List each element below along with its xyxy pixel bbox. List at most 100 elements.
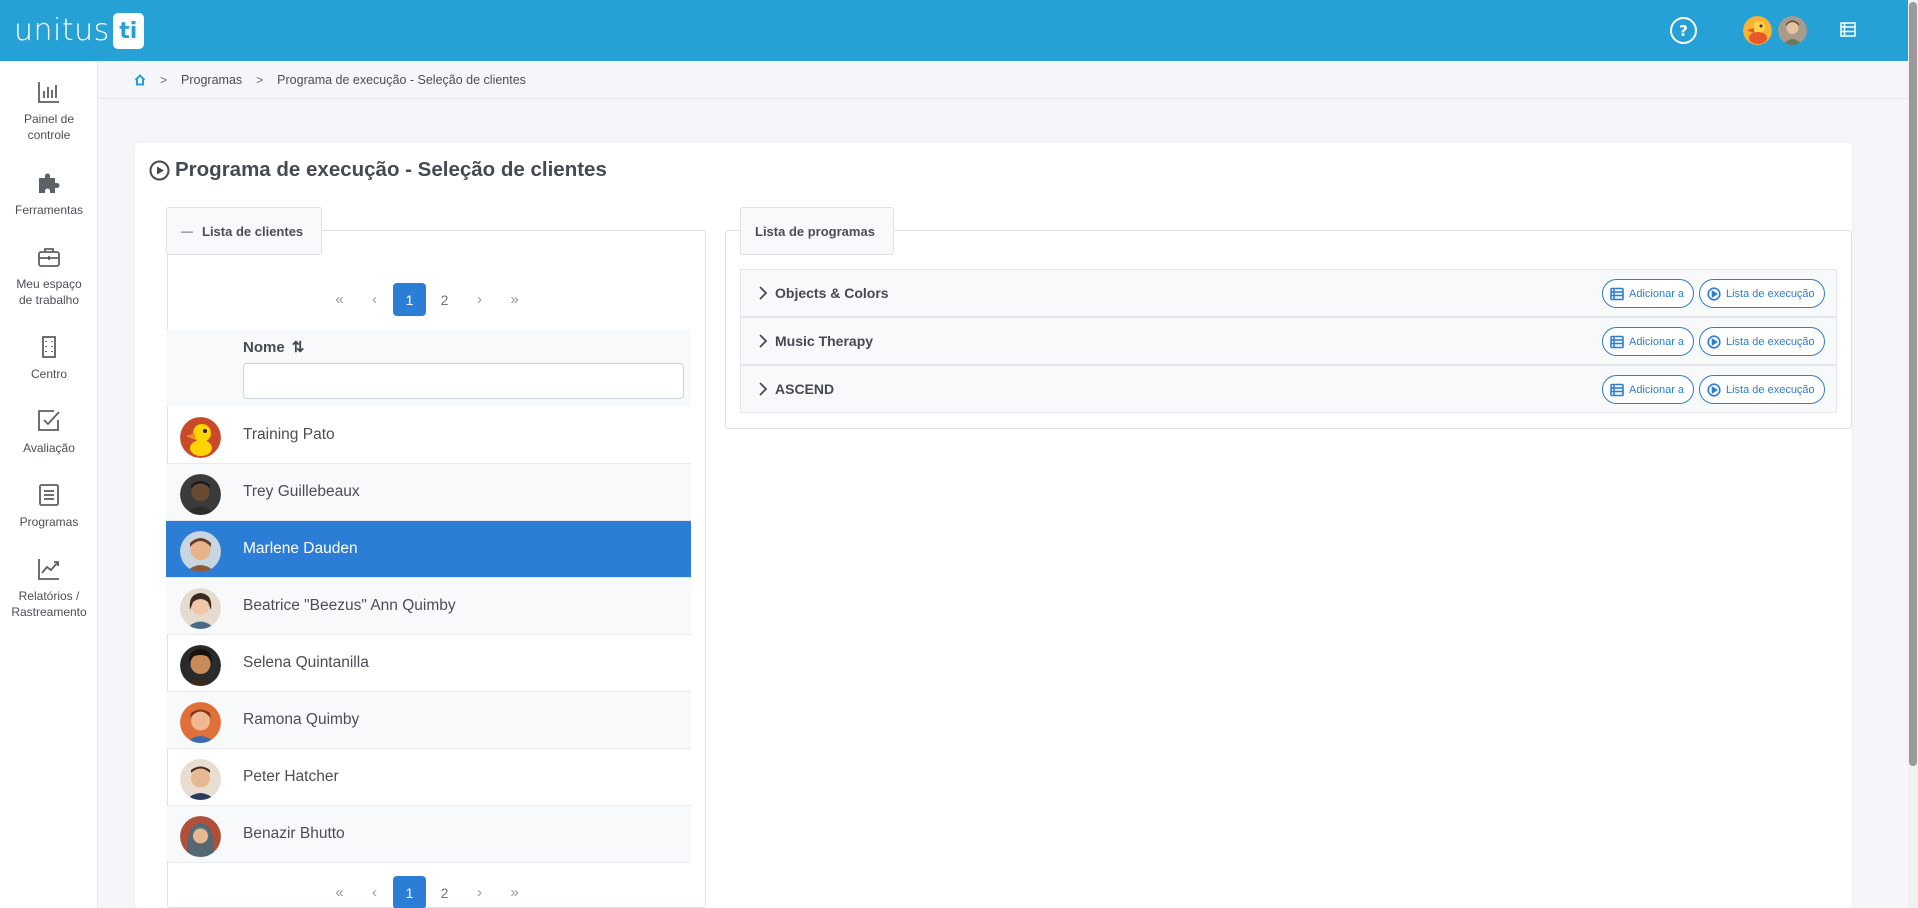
page-2-button[interactable]: 2 [428, 283, 461, 316]
sidebar-item-relatorios-rastreamento[interactable]: Relatórios / Rastreamento [0, 556, 98, 620]
run-list-button[interactable]: Lista de execução [1699, 279, 1825, 308]
first-page-button[interactable]: « [323, 876, 356, 908]
table-row[interactable]: Trey Guillebeaux [166, 464, 691, 521]
chevron-right-icon[interactable] [758, 285, 768, 301]
add-to-button[interactable]: Adicionar a [1602, 375, 1695, 404]
chevron-right-icon: > [160, 72, 168, 87]
logo-text: unitus [14, 13, 110, 48]
play-circle-icon [1707, 286, 1721, 301]
program-name: Music Therapy [775, 333, 874, 349]
client-name: Ramona Quimby [243, 711, 360, 728]
sort-icon[interactable]: ⇅ [292, 338, 305, 356]
breadcrumb: > Programas > Programa de execução - Sel… [99, 61, 1908, 99]
clients-legend[interactable]: — Lista de clientes [166, 207, 322, 255]
collapse-icon: — [181, 224, 193, 238]
name-filter-input[interactable] [243, 363, 684, 399]
program-name: Objects & Colors [775, 285, 889, 301]
next-page-button[interactable]: › [463, 283, 496, 316]
app-logo[interactable]: unitus ti [14, 12, 144, 50]
chevron-right-icon: > [256, 72, 264, 87]
client-name: Training Pato [243, 426, 335, 443]
programs-legend: Lista de programas [740, 207, 894, 255]
sidebar-item-meu-espaco-de-trabalho[interactable]: Meu espaço de trabalho [0, 244, 98, 308]
run-list-label: Lista de execução [1726, 287, 1815, 300]
client-name: Beatrice "Beezus" Ann Quimby [243, 597, 456, 614]
prev-page-button[interactable]: ‹ [358, 876, 391, 908]
sidebar-item-painel-de-controle[interactable]: Painel de controle [0, 79, 98, 143]
table-row[interactable]: Marlene Dauden [166, 521, 691, 578]
client-name: Selena Quintanilla [243, 654, 369, 671]
briefcase-icon [38, 248, 60, 267]
programs-legend-label: Lista de programas [755, 223, 875, 239]
help-icon[interactable]: ? [1670, 17, 1697, 44]
client-avatar [180, 531, 221, 572]
last-page-button[interactable]: » [498, 876, 531, 908]
sidebar-item-label: Relatórios / Rastreamento [11, 589, 87, 619]
list-icon [1610, 335, 1624, 348]
logo-badge: ti [112, 13, 144, 49]
client-name: Benazir Bhutto [243, 825, 345, 842]
table-row[interactable]: Ramona Quimby [166, 692, 691, 749]
table-row[interactable]: Training Pato [166, 407, 691, 464]
chevron-right-icon[interactable] [758, 333, 768, 349]
table-row[interactable]: Beatrice "Beezus" Ann Quimby [166, 578, 691, 635]
table-row[interactable]: Peter Hatcher [166, 749, 691, 806]
puzzle-icon [39, 173, 60, 193]
next-page-button[interactable]: › [463, 876, 496, 908]
add-to-button[interactable]: Adicionar a [1602, 327, 1695, 356]
program-row-music-therapy[interactable]: Music Therapy Adicionar a Lista de execu… [740, 317, 1837, 365]
client-name: Trey Guillebeaux [243, 483, 360, 500]
client-avatar [180, 417, 221, 458]
page-title: Programa de execução - Seleção de client… [149, 158, 607, 182]
client-avatar [180, 645, 221, 686]
play-circle-icon [1707, 334, 1721, 349]
program-row-ascend[interactable]: ASCEND Adicionar a Lista de execução [740, 365, 1837, 413]
last-page-button[interactable]: » [498, 283, 531, 316]
add-to-button[interactable]: Adicionar a [1602, 279, 1695, 308]
program-row-objects-colors[interactable]: Objects & Colors Adicionar a Lista de ex… [740, 269, 1837, 317]
sidebar-item-label: Programas [19, 515, 79, 529]
page-1-button[interactable]: 1 [393, 283, 426, 316]
help-glyph: ? [1679, 21, 1688, 40]
client-name: Peter Hatcher [243, 768, 339, 785]
run-list-button[interactable]: Lista de execução [1699, 327, 1825, 356]
page-scrollbar-thumb[interactable] [1909, 2, 1917, 766]
breadcrumb-item-current: Programa de execução - Seleção de client… [277, 72, 526, 87]
prev-page-button[interactable]: ‹ [358, 283, 391, 316]
clients-legend-label: Lista de clientes [202, 223, 304, 239]
sidebar-item-ferramentas[interactable]: Ferramentas [0, 170, 98, 218]
play-circle-icon [1707, 382, 1721, 397]
user-avatar-profile[interactable] [1778, 16, 1807, 45]
page-1-button[interactable]: 1 [393, 876, 426, 908]
client-avatar [180, 588, 221, 629]
home-icon[interactable] [134, 73, 146, 86]
client-avatar [180, 474, 221, 515]
run-list-label: Lista de execução [1726, 383, 1815, 396]
client-name: Marlene Dauden [243, 540, 358, 557]
clients-paginator-bottom: « ‹ 1 2 › » [322, 876, 532, 908]
table-row[interactable]: Selena Quintanilla [166, 635, 691, 692]
add-to-label: Adicionar a [1629, 287, 1685, 300]
sidebar-item-programas[interactable]: Programas [0, 482, 98, 530]
add-to-label: Adicionar a [1629, 335, 1685, 348]
sidebar-item-centro[interactable]: Centro [0, 334, 98, 382]
run-list-button[interactable]: Lista de execução [1699, 375, 1825, 404]
breadcrumb-item-programas[interactable]: Programas [181, 73, 242, 87]
client-avatar [180, 816, 221, 857]
sidebar-item-avaliacao[interactable]: Avaliação [0, 408, 98, 456]
name-column-header[interactable]: Nome ⇅ [243, 338, 305, 357]
building-icon [42, 336, 56, 358]
client-avatar [180, 759, 221, 800]
list-icon [1610, 287, 1624, 300]
program-name: ASCEND [775, 381, 835, 397]
menu-list-icon[interactable] [1840, 22, 1856, 37]
chevron-right-icon[interactable] [758, 381, 768, 397]
page-2-button[interactable]: 2 [428, 876, 461, 908]
page-title-text: Programa de execução - Seleção de client… [175, 158, 607, 181]
first-page-button[interactable]: « [323, 283, 356, 316]
user-avatar-duck[interactable] [1743, 16, 1772, 45]
sidebar-item-label: Ferramentas [14, 203, 84, 217]
table-row[interactable]: Benazir Bhutto [166, 806, 691, 863]
play-circle-icon [149, 160, 170, 180]
add-to-label: Adicionar a [1629, 383, 1685, 396]
